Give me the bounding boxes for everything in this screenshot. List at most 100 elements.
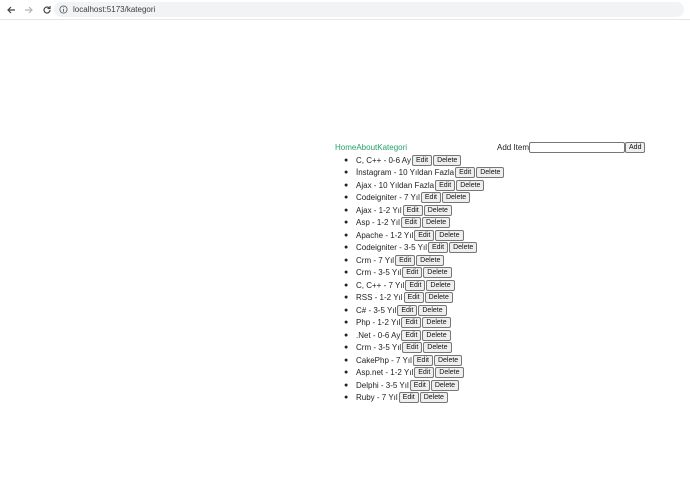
edit-button[interactable]: Edit bbox=[395, 254, 416, 266]
back-arrow-icon[interactable] bbox=[4, 3, 18, 17]
edit-button[interactable]: Edit bbox=[400, 217, 421, 229]
delete-button[interactable]: Delete bbox=[423, 204, 452, 216]
delete-button[interactable]: Delete bbox=[422, 329, 451, 341]
list-item: ● İnstagram - 10 Yıldan Fazla Edit Delete bbox=[344, 167, 505, 180]
bullet-icon: ● bbox=[344, 194, 349, 202]
list-item: ● C, C++ - 0-6 Ay Edit Delete bbox=[344, 154, 504, 167]
edit-button[interactable]: Edit bbox=[420, 192, 441, 204]
list-item: ● Apache - 1-2 Yıl Edit Delete bbox=[344, 229, 504, 242]
item-text: CakePhp - 7 Yıl bbox=[356, 355, 412, 365]
list-item: ● Asp - 1-2 Yıl Edit Delete bbox=[344, 217, 504, 230]
item-text: Codeigniter - 3-5 Yıl bbox=[356, 243, 427, 253]
add-item-form: Add Item Add bbox=[497, 142, 646, 153]
bullet-icon: ● bbox=[344, 356, 349, 364]
list-item: ● CakePhp - 7 Yıl Edit Delete bbox=[344, 354, 504, 367]
item-text: Asp - 1-2 Yıl bbox=[356, 218, 400, 228]
bullet-icon: ● bbox=[344, 319, 349, 327]
nav-link-home[interactable]: Home bbox=[335, 143, 356, 152]
list-item: ● Php - 1-2 Yıl Edit Delete bbox=[344, 317, 504, 330]
edit-button[interactable]: Edit bbox=[409, 379, 430, 391]
bullet-icon: ● bbox=[344, 344, 349, 352]
add-item-label: Add Item bbox=[497, 143, 530, 152]
list-item: ● Ruby - 7 Yıl Edit Delete bbox=[344, 392, 504, 405]
item-text: Ruby - 7 Yıl bbox=[356, 393, 398, 403]
edit-button[interactable]: Edit bbox=[402, 204, 423, 216]
bullet-icon: ● bbox=[344, 306, 349, 314]
item-list: ● C, C++ - 0-6 Ay Edit Delete ● İnstagram - 1… bbox=[344, 154, 505, 405]
edit-button[interactable]: Edit bbox=[412, 154, 433, 166]
edit-button[interactable]: Edit bbox=[414, 367, 435, 379]
bullet-icon: ● bbox=[344, 256, 349, 264]
info-icon[interactable] bbox=[59, 5, 69, 14]
delete-button[interactable]: Delete bbox=[476, 167, 505, 179]
delete-button[interactable]: Delete bbox=[449, 242, 478, 254]
delete-button[interactable]: Delete bbox=[416, 254, 445, 266]
delete-button[interactable]: Delete bbox=[441, 192, 471, 204]
delete-button[interactable]: Delete bbox=[424, 292, 453, 304]
edit-button[interactable]: Edit bbox=[414, 229, 435, 241]
item-text: Crm - 3-5 Yıl bbox=[356, 343, 402, 353]
delete-button[interactable]: Delete bbox=[422, 317, 451, 329]
item-text: Asp.net - 1-2 Yıl bbox=[356, 368, 414, 378]
forward-arrow-icon[interactable] bbox=[22, 3, 36, 17]
delete-button[interactable]: Delete bbox=[433, 354, 463, 366]
delete-button[interactable]: Delete bbox=[456, 179, 485, 191]
bullet-icon: ● bbox=[344, 244, 349, 252]
edit-button[interactable]: Edit bbox=[455, 167, 476, 179]
item-text: Ajax - 1-2 Yıl bbox=[356, 205, 402, 215]
add-button[interactable]: Add bbox=[625, 142, 646, 153]
list-item: ● C# - 3-5 Yıl Edit Delete bbox=[344, 304, 504, 317]
edit-button[interactable]: Edit bbox=[428, 242, 449, 254]
edit-button[interactable]: Edit bbox=[397, 304, 418, 316]
nav-link-about[interactable]: About bbox=[356, 143, 377, 152]
list-item: ● Delphi - 3-5 Yıl Edit Delete bbox=[344, 379, 504, 392]
edit-button[interactable]: Edit bbox=[412, 354, 433, 366]
bullet-icon: ● bbox=[344, 331, 349, 339]
delete-button[interactable]: Delete bbox=[430, 379, 460, 391]
list-item: ● RSS - 1-2 Yıl Edit Delete bbox=[344, 292, 504, 305]
delete-button[interactable]: Delete bbox=[421, 217, 451, 229]
delete-button[interactable]: Delete bbox=[435, 367, 464, 379]
list-item: ● Crm - 3-5 Yıl Edit Delete bbox=[344, 267, 504, 280]
list-item: ● Codeigniter - 3-5 Yıl Edit Delete bbox=[344, 242, 504, 255]
item-text: Php - 1-2 Yıl bbox=[356, 318, 401, 328]
item-text: Apache - 1-2 Yıl bbox=[356, 230, 414, 240]
bullet-icon: ● bbox=[344, 169, 349, 177]
item-text: RSS - 1-2 Yıl bbox=[356, 293, 403, 303]
delete-button[interactable]: Delete bbox=[435, 229, 464, 241]
bullet-icon: ● bbox=[344, 294, 349, 302]
list-item: ● C, C++ - 7 Yıl Edit Delete bbox=[344, 279, 504, 292]
top-nav: HomeAboutKategori bbox=[335, 143, 407, 152]
delete-button[interactable]: Delete bbox=[423, 267, 452, 279]
delete-button[interactable]: Delete bbox=[433, 154, 462, 166]
delete-button[interactable]: Delete bbox=[423, 342, 452, 354]
item-text: C, C++ - 7 Yıl bbox=[356, 280, 405, 290]
item-text: Crm - 3-5 Yıl bbox=[356, 268, 402, 278]
edit-button[interactable]: Edit bbox=[401, 317, 422, 329]
bullet-icon: ● bbox=[344, 369, 349, 377]
delete-button[interactable]: Delete bbox=[426, 279, 455, 291]
bullet-icon: ● bbox=[344, 381, 349, 389]
edit-button[interactable]: Edit bbox=[402, 342, 423, 354]
list-item: ● Codeigniter - 7 Yıl Edit Delete bbox=[344, 192, 504, 205]
edit-button[interactable]: Edit bbox=[401, 329, 422, 341]
delete-button[interactable]: Delete bbox=[418, 304, 447, 316]
edit-button[interactable]: Edit bbox=[403, 292, 424, 304]
list-item: ● Asp.net - 1-2 Yıl Edit Delete bbox=[344, 367, 504, 380]
delete-button[interactable]: Delete bbox=[419, 392, 448, 404]
edit-button[interactable]: Edit bbox=[435, 179, 456, 191]
edit-button[interactable]: Edit bbox=[398, 392, 419, 404]
list-item: ● .Net - 0-6 Ay Edit Delete bbox=[344, 329, 504, 342]
list-item: ● Crm - 7 Yıl Edit Delete bbox=[344, 254, 504, 267]
add-item-input[interactable] bbox=[529, 142, 626, 153]
edit-button[interactable]: Edit bbox=[402, 267, 423, 279]
item-text: .Net - 0-6 Ay bbox=[356, 330, 401, 340]
bullet-icon: ● bbox=[344, 269, 349, 277]
reload-icon[interactable] bbox=[40, 3, 54, 17]
edit-button[interactable]: Edit bbox=[405, 279, 426, 291]
nav-link-kategori[interactable]: Kategori bbox=[377, 143, 407, 152]
bullet-icon: ● bbox=[344, 281, 349, 289]
bullet-icon: ● bbox=[344, 156, 349, 164]
address-bar[interactable]: localhost:5173/kategori bbox=[54, 2, 684, 17]
item-text: Codeigniter - 7 Yıl bbox=[356, 193, 420, 203]
